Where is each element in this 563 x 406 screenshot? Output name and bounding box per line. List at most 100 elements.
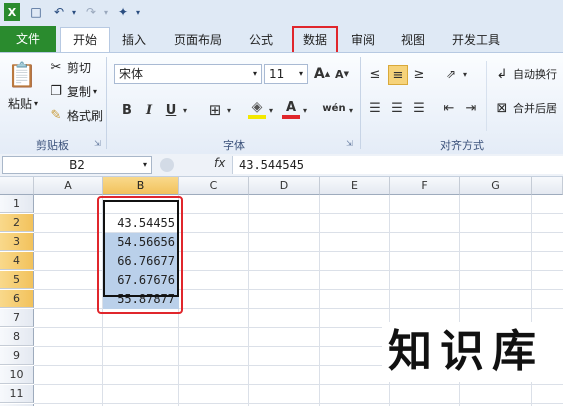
- tab-insert[interactable]: 插入: [112, 30, 156, 50]
- tab-file[interactable]: 文件: [0, 26, 56, 52]
- underline-dropdown-icon[interactable]: ▾: [180, 101, 190, 119]
- cut-button[interactable]: ✂ 剪切: [48, 59, 91, 76]
- font-color-button[interactable]: A: [282, 99, 300, 119]
- row-header[interactable]: 7: [0, 309, 34, 327]
- formula-input[interactable]: 43.544545: [232, 156, 563, 174]
- tab-page-layout[interactable]: 页面布局: [166, 30, 230, 50]
- copy-button[interactable]: ❐ 复制 ▾: [48, 83, 97, 100]
- ribbon-tabs: 文件 开始 插入 页面布局 公式 数据 审阅 视图 开发工具: [0, 24, 563, 53]
- orientation-icon[interactable]: ⇗: [442, 65, 460, 83]
- underline-button[interactable]: U: [162, 101, 180, 119]
- tab-view[interactable]: 视图: [392, 30, 434, 50]
- align-left-icon[interactable]: ☰: [366, 99, 384, 117]
- row-header-selected[interactable]: 4: [0, 252, 34, 270]
- paste-dropdown-icon: ▾: [34, 99, 39, 108]
- alignment-group-label: 对齐方式: [440, 139, 484, 152]
- undo-dropdown-icon[interactable]: ▾: [70, 3, 78, 21]
- name-box-dropdown-icon: ▾: [142, 160, 147, 169]
- phonetic-button[interactable]: wén: [322, 99, 346, 117]
- name-box-value: B2: [69, 158, 85, 172]
- format-painter-button[interactable]: ✎ 格式刷: [48, 107, 103, 124]
- phonetic-dropdown-icon[interactable]: ▾: [346, 101, 356, 119]
- increase-indent-icon[interactable]: ⇥: [462, 99, 480, 117]
- fill-color-dropdown-icon[interactable]: ▾: [266, 101, 276, 119]
- row-header-selected[interactable]: 5: [0, 271, 34, 289]
- copy-icon: ❐: [50, 84, 62, 99]
- watermark-text: 知识库: [382, 322, 563, 382]
- font-size-select[interactable]: 11 ▾: [264, 64, 308, 84]
- gridline: [34, 384, 563, 385]
- align-center-icon[interactable]: ☰: [388, 99, 406, 117]
- formula-bar-handle-icon[interactable]: [160, 158, 174, 172]
- orientation-dropdown-icon[interactable]: ▾: [460, 65, 470, 83]
- format-painter-label: 格式刷: [67, 109, 104, 123]
- column-header[interactable]: A: [34, 177, 103, 195]
- tab-developer[interactable]: 开发工具: [442, 30, 510, 50]
- tab-home[interactable]: 开始: [60, 27, 110, 53]
- font-group-label: 字体: [223, 139, 245, 152]
- column-header[interactable]: E: [320, 177, 390, 195]
- redo-dropdown-icon[interactable]: ▾: [102, 3, 110, 21]
- wrap-text-button[interactable]: ↲ 自动换行: [494, 66, 557, 82]
- font-launcher-icon[interactable]: ⇲: [346, 139, 353, 148]
- paste-label: 粘贴: [8, 97, 33, 111]
- align-bottom-icon[interactable]: ≥: [410, 65, 428, 83]
- name-box[interactable]: B2 ▾: [2, 156, 152, 174]
- underline-glyph: U: [165, 102, 177, 118]
- data-tab-highlight-box: [292, 26, 338, 54]
- align-right-icon[interactable]: ☰: [410, 99, 428, 117]
- redo-icon[interactable]: ↷: [82, 3, 100, 21]
- qat-customize-icon[interactable]: ▾: [134, 3, 142, 21]
- undo-icon[interactable]: ↶: [50, 3, 68, 21]
- cut-label: 剪切: [67, 61, 92, 75]
- align-top-icon[interactable]: ≤: [366, 65, 384, 83]
- ribbon: 📋 粘贴 ▾ ✂ 剪切 ❐ 复制 ▾ ✎ 格式刷 剪贴板 ⇲ 宋体 ▾ 11 ▾ A ▲ A ▼ …: [0, 52, 563, 155]
- italic-button[interactable]: I: [140, 101, 158, 119]
- insert-function-button[interactable]: fx: [214, 156, 225, 170]
- excel-app-icon[interactable]: X: [4, 3, 20, 21]
- clipboard-launcher-icon[interactable]: ⇲: [94, 139, 101, 148]
- align-middle-icon[interactable]: ≡: [388, 65, 408, 85]
- paste-button[interactable]: 粘贴 ▾: [8, 95, 38, 112]
- gridline: [248, 195, 249, 406]
- select-all-corner[interactable]: [0, 177, 34, 195]
- column-header[interactable]: F: [390, 177, 460, 195]
- font-size-dropdown-icon: ▾: [298, 69, 303, 78]
- row-header[interactable]: 8: [0, 328, 34, 346]
- shrink-font-glyph: A: [335, 67, 344, 81]
- save-icon[interactable]: □: [28, 3, 44, 21]
- tools-icon[interactable]: ✦: [114, 3, 132, 21]
- row-header[interactable]: 1: [0, 195, 34, 213]
- paste-icon[interactable]: 📋: [6, 59, 38, 91]
- decrease-indent-icon[interactable]: ⇤: [440, 99, 458, 117]
- tab-formulas[interactable]: 公式: [240, 30, 282, 50]
- row-header[interactable]: 10: [0, 366, 34, 384]
- row-header[interactable]: 11: [0, 385, 34, 403]
- font-color-dropdown-icon[interactable]: ▾: [300, 101, 310, 119]
- column-header[interactable]: G: [460, 177, 532, 195]
- shrink-font-button[interactable]: A ▼: [333, 65, 351, 83]
- column-header-selected[interactable]: B: [103, 177, 179, 195]
- italic-glyph: I: [145, 102, 153, 118]
- scissors-icon: ✂: [50, 60, 62, 75]
- row-header-selected[interactable]: 2: [0, 214, 34, 232]
- borders-dropdown-icon[interactable]: ▾: [224, 101, 234, 119]
- merge-icon: ⊠: [496, 100, 508, 116]
- grow-font-button[interactable]: A ▲: [313, 65, 331, 83]
- column-header[interactable]: [532, 177, 563, 195]
- fill-color-icon[interactable]: ◈: [248, 99, 266, 119]
- borders-icon[interactable]: ⊞: [206, 101, 224, 119]
- selection-highlight-box: [97, 196, 183, 314]
- group-separator: [486, 61, 487, 131]
- column-header[interactable]: C: [179, 177, 249, 195]
- row-header-selected[interactable]: 6: [0, 290, 34, 308]
- wrap-text-label: 自动换行: [513, 68, 557, 81]
- gridline: [319, 195, 320, 406]
- column-header[interactable]: D: [249, 177, 320, 195]
- row-header[interactable]: 9: [0, 347, 34, 365]
- row-header-selected[interactable]: 3: [0, 233, 34, 251]
- tab-review[interactable]: 审阅: [342, 30, 384, 50]
- font-name-select[interactable]: 宋体 ▾: [114, 64, 262, 84]
- bold-button[interactable]: B: [118, 101, 136, 119]
- merge-center-button[interactable]: ⊠ 合并后居: [494, 100, 557, 116]
